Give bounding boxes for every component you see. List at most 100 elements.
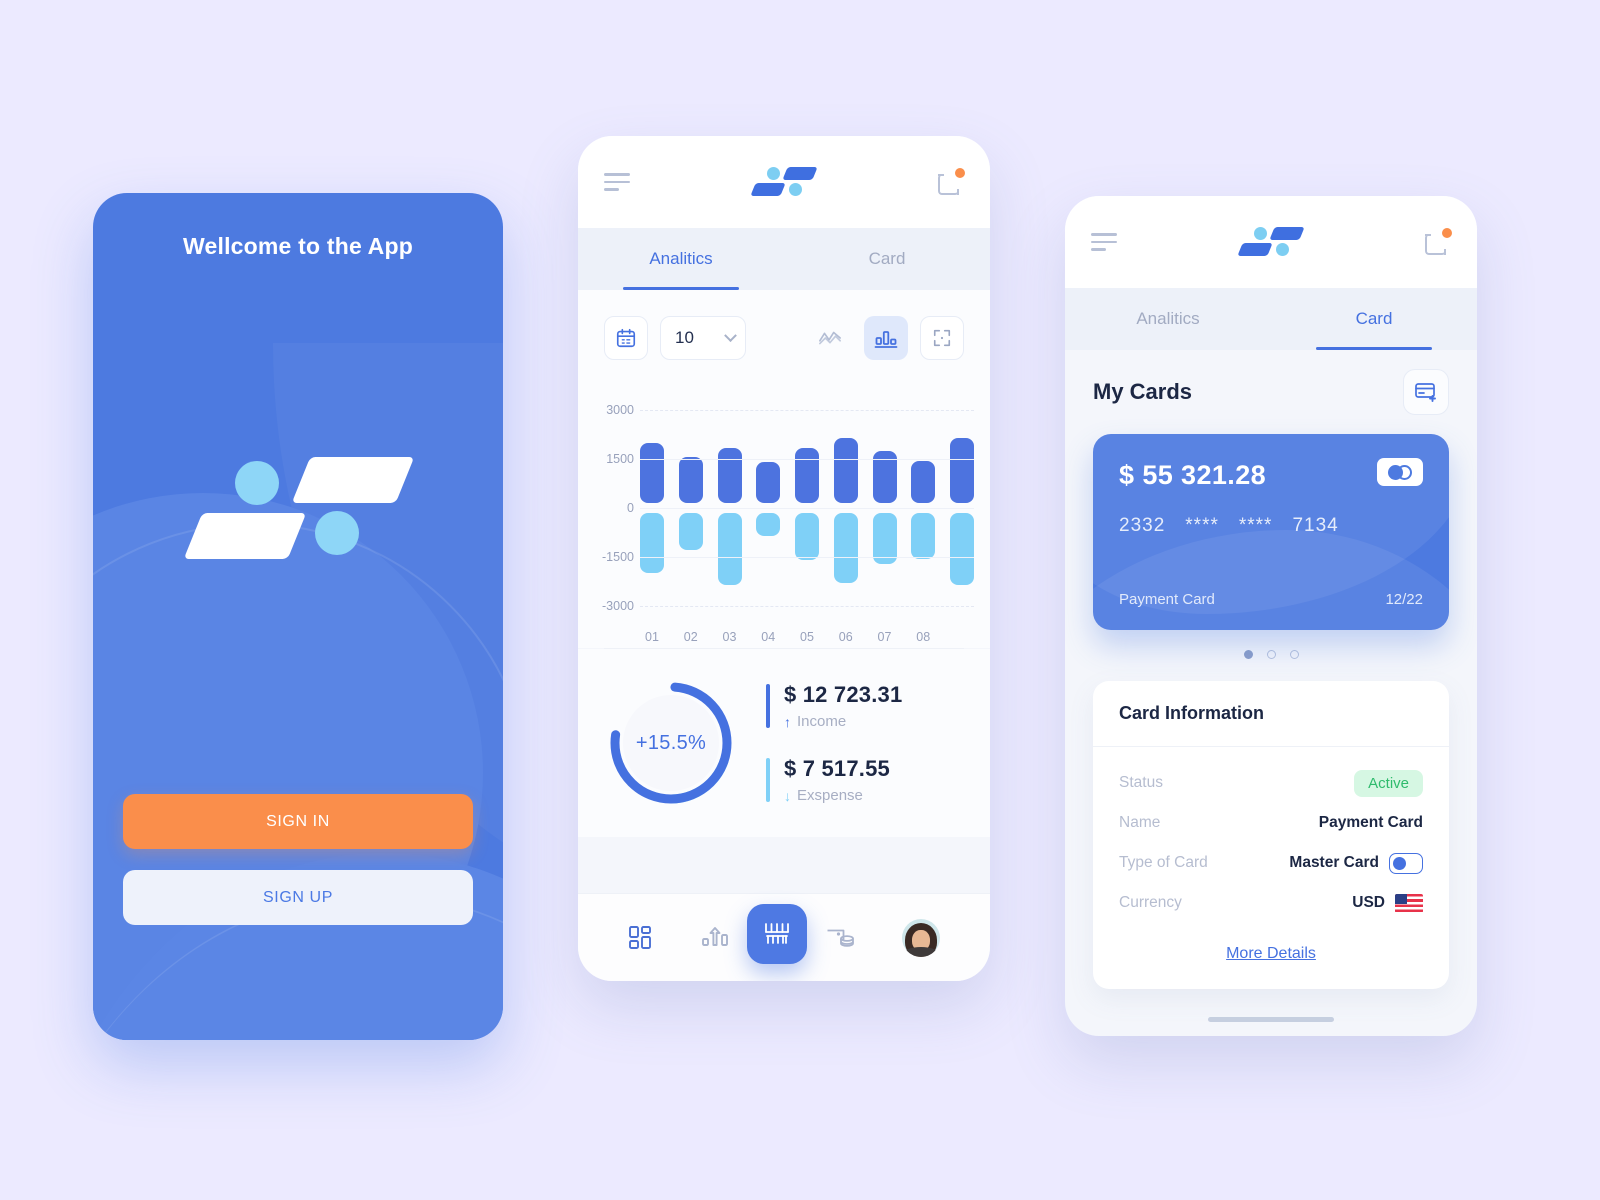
user-avatar[interactable] [902, 918, 941, 957]
card-number-group-1: 2332 [1119, 515, 1166, 536]
chart-bar-group [795, 392, 819, 648]
chart-gridline [640, 606, 974, 607]
tab-card[interactable]: Card [1271, 288, 1477, 350]
chart-bar-income [640, 442, 664, 503]
chart-x-tick: 01 [645, 630, 659, 644]
stat-income: $ 12 723.31 ↑ Income [766, 682, 902, 730]
chart-x-tick: 04 [761, 630, 776, 644]
chart-bar-income [795, 447, 819, 503]
info-row-text: USD [1352, 894, 1385, 911]
carousel-dots [1093, 650, 1449, 659]
chart-bar-expense [717, 513, 742, 585]
hamburger-menu-icon[interactable] [604, 173, 634, 191]
chart-y-tick: 0 [627, 501, 634, 515]
chart-bar-group [756, 392, 781, 648]
chart-bar-expense [678, 513, 703, 551]
chevron-down-icon [724, 328, 737, 342]
my-cards-header: My Cards [1093, 350, 1449, 434]
tab-analitics[interactable]: Analitics [578, 228, 784, 290]
chart-y-tick: -1500 [602, 550, 634, 564]
chart-bar-expense [911, 513, 936, 559]
stat-expense: $ 7 517.55 ↓ Exspense [766, 756, 902, 804]
chart-bar-income [717, 447, 742, 503]
donut-chart: +15.5% [600, 672, 742, 814]
us-flag-icon [1395, 893, 1423, 913]
carousel-dot[interactable] [1266, 650, 1276, 659]
info-row-value: USD [1352, 893, 1423, 913]
calendar-icon[interactable] [604, 316, 648, 360]
chart-toolbar: 10 [578, 290, 990, 386]
welcome-screen: Wellcome to the App SIGN IN SIGN UP [93, 193, 503, 1040]
chart-bar-income [833, 437, 858, 503]
analytics-screen: Analitics Card 10 3000 1500 0 -1500 -300… [578, 136, 990, 981]
chart-y-tick: 3000 [606, 403, 634, 417]
tab-card[interactable]: Card [784, 228, 990, 290]
line-chart-icon[interactable] [808, 316, 852, 360]
chart-bar-group [911, 392, 936, 648]
chart-x-tick: 07 [877, 630, 892, 644]
carousel-dot[interactable] [1289, 650, 1299, 659]
chart-bar-expense [950, 513, 974, 585]
bar-chart-icon[interactable] [864, 316, 908, 360]
chart-x-tick: 08 [916, 630, 931, 644]
sign-in-button[interactable]: SIGN IN [123, 794, 473, 849]
chart-x-tick: 06 [838, 630, 853, 644]
card-name: Payment Card [1119, 591, 1215, 608]
chart-x-tick: 03 [722, 630, 737, 644]
tab-bar: Analitics Card [1065, 288, 1477, 350]
app-header [578, 136, 990, 228]
document-notification-icon[interactable] [1425, 228, 1452, 255]
card-number-group-4: 7134 [1292, 515, 1339, 536]
summary-section: +15.5% $ 12 723.31 ↑ Income $ 7 517.55 ↓… [578, 649, 990, 837]
chart-bars [640, 392, 974, 648]
app-logo-icon [750, 167, 818, 197]
decorative-wave-left [93, 493, 483, 1040]
growth-chart-icon[interactable] [701, 925, 729, 951]
page-title: Wellcome to the App [183, 233, 413, 259]
chart-bar-group [833, 392, 858, 648]
sign-up-button[interactable]: SIGN UP [123, 870, 473, 925]
section-title: My Cards [1093, 379, 1193, 404]
card-number: 2332 **** **** 7134 [1119, 515, 1423, 537]
chart-bar-income [950, 437, 974, 503]
card-type-toggle[interactable] [1389, 852, 1423, 874]
more-details-link[interactable]: More Details [1226, 945, 1316, 962]
chart-gridline [640, 508, 974, 509]
decorative-wave-outline [93, 523, 503, 1040]
hamburger-menu-icon[interactable] [1091, 233, 1121, 251]
keyboard-fab-button[interactable] [746, 903, 807, 964]
stats-list: $ 12 723.31 ↑ Income $ 7 517.55 ↓ Exspen… [766, 682, 902, 804]
info-row-key: Status [1119, 774, 1163, 791]
card-decor-wave-bottom [1093, 530, 1449, 630]
chart-x-tick [950, 630, 974, 644]
chart-y-tick: -3000 [602, 599, 634, 613]
document-notification-icon[interactable] [938, 168, 965, 195]
income-label: Income [797, 713, 847, 730]
chart-bar-expense [833, 513, 858, 584]
chart-bar-group [678, 392, 703, 648]
chart-bar-group [640, 392, 664, 648]
cards-screen: Analitics Card My Cards $ 55 321.28 2332… [1065, 196, 1477, 1036]
fullscreen-icon[interactable] [920, 316, 964, 360]
mockup-stage: Wellcome to the App SIGN IN SIGN UP Anal… [0, 0, 1600, 1200]
tab-analitics[interactable]: Analitics [1065, 288, 1271, 350]
credit-card[interactable]: $ 55 321.28 2332 **** **** 7134 Payment … [1093, 434, 1449, 630]
income-amount: $ 12 723.31 [784, 682, 903, 707]
info-row-value: Payment Card [1319, 814, 1423, 832]
chart-view-switcher [808, 316, 964, 360]
donut-percent-label: +15.5% [635, 731, 707, 754]
expense-amount: $ 7 517.55 [784, 756, 890, 781]
chart-bar-expense [795, 513, 819, 561]
carousel-dot[interactable] [1243, 650, 1253, 659]
info-row: Type of Card Master Card [1119, 843, 1423, 883]
period-select[interactable]: 10 [660, 316, 746, 360]
app-logo-icon [1237, 227, 1305, 257]
dashboard-grid-icon[interactable] [628, 925, 654, 951]
add-card-icon[interactable] [1403, 369, 1449, 415]
auth-button-group: SIGN IN SIGN UP [123, 794, 473, 925]
info-row-text: Payment Card [1318, 814, 1423, 831]
card-number-group-3: **** [1238, 515, 1273, 536]
coins-wallet-icon[interactable] [825, 925, 855, 951]
period-value: 10 [675, 328, 694, 347]
card-information-panel: Card Information Status Active Name Payment… [1093, 681, 1449, 989]
